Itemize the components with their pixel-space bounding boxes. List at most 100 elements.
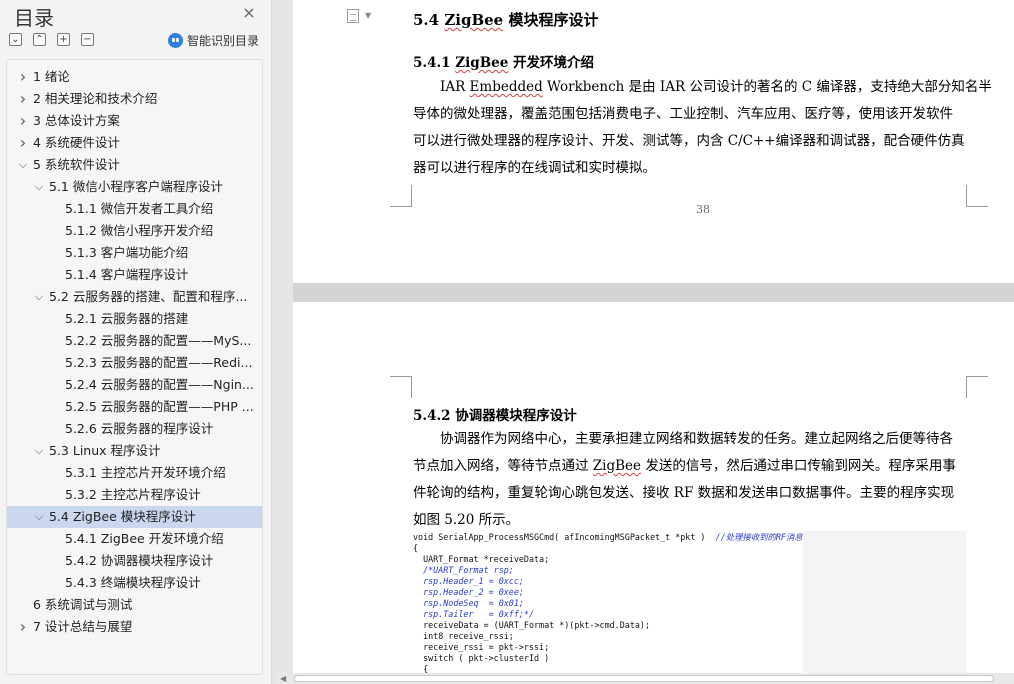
toc-item-label: 5.1.4 客户端程序设计 bbox=[65, 267, 189, 282]
chevron-down-icon[interactable]: ⌵ bbox=[33, 286, 45, 308]
crop-mark bbox=[390, 376, 412, 398]
scroll-left-icon[interactable]: ◀ bbox=[280, 674, 286, 683]
horizontal-scrollbar[interactable]: ◀ bbox=[276, 673, 1014, 684]
add-heading-button[interactable]: + bbox=[57, 33, 70, 46]
chevron-right-icon[interactable]: › bbox=[17, 616, 29, 638]
toc-item[interactable]: ⌵ 5.1 微信小程序客户端程序设计 bbox=[7, 176, 262, 198]
chevron-right-icon[interactable]: › bbox=[17, 110, 29, 132]
toc-item[interactable]: 5.3.1 主控芯片开发环境介绍 bbox=[7, 462, 262, 484]
paragraph-line: 可以进行微处理器的程序设计、开发、测试等，内含 C/C++编译器和调试器，配合硬… bbox=[413, 133, 965, 149]
paragraph-line: IAR Embedded Workbench 是由 IAR 公司设计的著名的 C… bbox=[440, 79, 992, 95]
toc-item[interactable]: 5.4.3 终端模块程序设计 bbox=[7, 572, 262, 594]
toc-item[interactable]: › 7 设计总结与展望 bbox=[7, 616, 262, 638]
code-line: rsp.Header_1 = 0xcc; bbox=[413, 576, 524, 586]
code-line: receiveData = (UART_Format *)(pkt->cmd.D… bbox=[413, 620, 650, 630]
toc-item-label: 5.1.1 微信开发者工具介绍 bbox=[65, 201, 214, 216]
toc-item[interactable]: 6 系统调试与测试 bbox=[7, 594, 262, 616]
chevron-down-icon[interactable]: ⌵ bbox=[33, 506, 45, 528]
toc-item-label: 5.3.1 主控芯片开发环境介绍 bbox=[65, 465, 226, 480]
expand-all-button[interactable]: ⌃ bbox=[33, 33, 46, 46]
toc-item-label: 5.1.2 微信小程序开发介绍 bbox=[65, 223, 214, 238]
chevron-right-icon[interactable]: › bbox=[17, 66, 29, 88]
toc-item-label: 5.2.6 云服务器的程序设计 bbox=[65, 421, 214, 436]
code-line: rsp.Header_2 = 0xee; bbox=[413, 587, 524, 597]
toc-item[interactable]: › 3 总体设计方案 bbox=[7, 110, 262, 132]
paragraph-line: 件轮询的结构，重复轮询心跳包发送、接收 RF 数据和发送串口数据事件。主要的程序… bbox=[413, 485, 955, 501]
toc-item[interactable]: ⌵ 5 系统软件设计 bbox=[7, 154, 262, 176]
toc-item[interactable]: 5.2.6 云服务器的程序设计 bbox=[7, 418, 262, 440]
toc-item-label: 5.2.5 云服务器的配置——PHP ... bbox=[65, 399, 254, 414]
toc-item-label: 5.2.2 云服务器的配置——MyS... bbox=[65, 333, 252, 348]
page-number: 38 bbox=[696, 203, 710, 216]
chevron-down-icon[interactable]: ⌵ bbox=[17, 154, 29, 176]
toc-item-label: 5.4.2 协调器模块程序设计 bbox=[65, 553, 214, 568]
code-line: int8 receive_rssi; bbox=[413, 631, 514, 641]
toc-item-label: 5.1 微信小程序客户端程序设计 bbox=[49, 179, 223, 194]
paragraph-coordinator: 协调器作为网络中心，主要承担建立网络和数据转发的任务。建立起网络之后便等待各节点… bbox=[413, 426, 968, 534]
toc-item-label: 1 绪论 bbox=[33, 69, 70, 84]
toc-item-label: 5.1.3 客户端功能介绍 bbox=[65, 245, 189, 260]
toc-item-label: 5.3.2 主控芯片程序设计 bbox=[65, 487, 201, 502]
toc-item-label: 4 系统硬件设计 bbox=[33, 135, 120, 150]
toc-item[interactable]: ⌵ 5.4 ZigBee 模块程序设计 bbox=[7, 506, 262, 528]
toc-tree: › 1 绪论 › 2 相关理论和技术介绍 › 3 总体设计方案 › 4 系统硬件设计 ⌵ 5 系统… bbox=[6, 59, 263, 675]
code-line: switch ( pkt->clusterId ) bbox=[413, 653, 550, 663]
toc-item[interactable]: › 2 相关理论和技术介绍 bbox=[7, 88, 262, 110]
crop-mark bbox=[966, 185, 988, 207]
toc-item[interactable]: ⌵ 5.3 Linux 程序设计 bbox=[7, 440, 262, 462]
paragraph-line: 器可以进行程序的在线调试和实时模拟。 bbox=[413, 160, 656, 176]
toc-item-label: 3 总体设计方案 bbox=[33, 113, 120, 128]
code-line: void SerialApp_ProcessMSGCmd( afIncoming… bbox=[413, 532, 803, 542]
code-line: receive_rssi = pkt->rssi; bbox=[413, 642, 550, 652]
smart-toc-label: 智能识别目录 bbox=[187, 33, 260, 48]
toc-item[interactable]: 5.2.1 云服务器的搭建 bbox=[7, 308, 262, 330]
section-heading-5-4: 5.4 ZigBee 模块程序设计 bbox=[413, 11, 599, 29]
pane-splitter[interactable] bbox=[272, 0, 293, 684]
toc-item[interactable]: › 4 系统硬件设计 bbox=[7, 132, 262, 154]
scrollbar-thumb[interactable] bbox=[294, 675, 994, 682]
toc-item[interactable]: 5.1.2 微信小程序开发介绍 bbox=[7, 220, 262, 242]
toc-item-label: 5.4.1 ZigBee 开发环境介绍 bbox=[65, 531, 224, 546]
smart-toc-button[interactable]: 智能识别目录 bbox=[168, 31, 259, 49]
paragraph-line: 如图 5.20 所示。 bbox=[413, 512, 520, 528]
collapse-all-button[interactable]: ⌄ bbox=[9, 33, 22, 46]
chevron-right-icon[interactable]: › bbox=[17, 88, 29, 110]
toc-item[interactable]: 5.3.2 主控芯片程序设计 bbox=[7, 484, 262, 506]
page-gap bbox=[293, 283, 1014, 302]
toc-item[interactable]: 5.2.3 云服务器的配置——Redi... bbox=[7, 352, 262, 374]
toc-item-label: 5.3 Linux 程序设计 bbox=[49, 443, 161, 458]
paragraph-line: 节点加入网络，等待节点通过 ZigBee 发送的信号，然后通过串口传输到网关。程… bbox=[413, 458, 956, 474]
toc-item[interactable]: 5.1.3 客户端功能介绍 bbox=[7, 242, 262, 264]
toc-item-label: 2 相关理论和技术介绍 bbox=[33, 91, 158, 106]
paragraph-line: 导体的微处理器，覆盖范围包括消费电子、工业控制、汽车应用、医疗等，使用该开发软件 bbox=[413, 106, 953, 122]
toc-item[interactable]: 5.4.1 ZigBee 开发环境介绍 bbox=[7, 528, 262, 550]
toc-item[interactable]: 5.2.5 云服务器的配置——PHP ... bbox=[7, 396, 262, 418]
chevron-right-icon[interactable]: › bbox=[17, 132, 29, 154]
remove-heading-button[interactable]: − bbox=[81, 33, 94, 46]
code-line: /*UART_Format rsp; bbox=[413, 565, 514, 575]
toc-item[interactable]: 5.4.2 协调器模块程序设计 bbox=[7, 550, 262, 572]
toc-item[interactable]: 5.2.2 云服务器的配置——MyS... bbox=[7, 330, 262, 352]
code-line: rsp.Tailer = 0xff;*/ bbox=[413, 609, 535, 619]
toc-item-label: 5.4.3 终端模块程序设计 bbox=[65, 575, 201, 590]
paragraph-iar: IAR Embedded Workbench 是由 IAR 公司设计的著名的 C… bbox=[413, 74, 992, 182]
caret-down-icon[interactable]: ▼ bbox=[365, 11, 371, 20]
code-listing: void SerialApp_ProcessMSGCmd( afIncoming… bbox=[413, 531, 803, 684]
code-line: { bbox=[413, 543, 419, 553]
paragraph-line: 协调器作为网络中心，主要承担建立网络和数据转发的任务。建立起网络之后便等待各 bbox=[440, 431, 953, 447]
toc-item-label: 7 设计总结与展望 bbox=[33, 619, 133, 634]
toc-item-label: 6 系统调试与测试 bbox=[33, 597, 133, 612]
section-heading-5-4-1: 5.4.1 ZigBee 开发环境介绍 bbox=[413, 55, 594, 71]
document-icon[interactable] bbox=[347, 9, 359, 23]
code-line: UART_Format *receiveData; bbox=[413, 554, 550, 564]
toc-item[interactable]: › 1 绪论 bbox=[7, 66, 262, 88]
chevron-down-icon[interactable]: ⌵ bbox=[33, 176, 45, 198]
toc-item[interactable]: 5.2.4 云服务器的配置——Ngin... bbox=[7, 374, 262, 396]
toc-item[interactable]: ⌵ 5.2 云服务器的搭建、配置和程序... bbox=[7, 286, 262, 308]
crop-mark bbox=[966, 376, 988, 398]
close-icon[interactable]: × bbox=[240, 4, 258, 22]
toc-item-label: 5 系统软件设计 bbox=[33, 157, 120, 172]
toc-item[interactable]: 5.1.1 微信开发者工具介绍 bbox=[7, 198, 262, 220]
toc-item[interactable]: 5.1.4 客户端程序设计 bbox=[7, 264, 262, 286]
chevron-down-icon[interactable]: ⌵ bbox=[33, 440, 45, 462]
